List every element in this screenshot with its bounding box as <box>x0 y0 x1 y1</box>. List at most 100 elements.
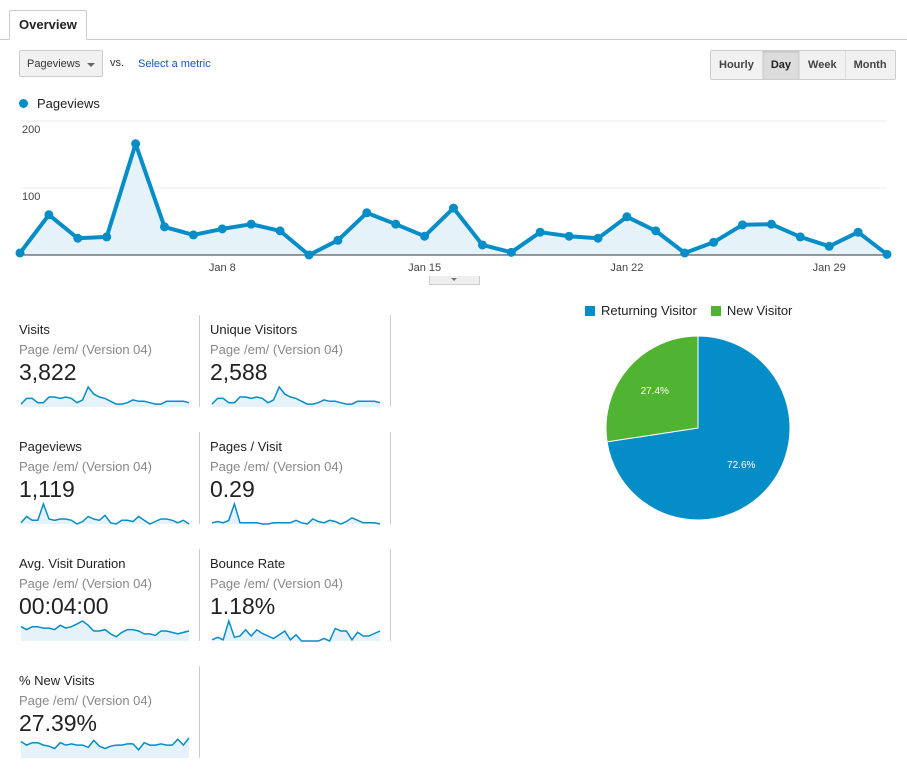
pie-legend-item[interactable]: New Visitor <box>710 303 793 318</box>
data-point <box>766 219 776 229</box>
scorecard-subtitle: Page /em/ (Version 04) <box>19 459 152 474</box>
data-point <box>102 232 112 242</box>
pie-legend-item[interactable]: Returning Visitor <box>585 303 697 318</box>
series-dot-icon <box>19 99 28 108</box>
scorecard-subtitle: Page /em/ (Version 04) <box>19 342 152 357</box>
pie-slice-label: 27.4% <box>641 386 669 397</box>
pageviews-line-chart: 100 200 Jan 8 Jan 15 Jan 22 Jan 29 <box>15 120 892 274</box>
data-point <box>680 248 690 258</box>
scorecard[interactable]: Unique Visitors Page /em/ (Version 04) 2,5… <box>210 315 391 407</box>
data-point <box>131 139 141 149</box>
divider <box>199 549 200 641</box>
tab-overview[interactable]: Overview <box>9 10 87 40</box>
scorecard-title: Unique Visitors <box>210 322 298 337</box>
data-point <box>217 224 227 234</box>
data-point <box>824 241 834 251</box>
period-toggle: Hourly Day Week Month <box>710 50 896 80</box>
data-point <box>275 226 285 236</box>
divider <box>390 549 391 641</box>
period-month-button[interactable]: Month <box>844 51 895 79</box>
sparkline <box>20 385 190 407</box>
sparkline <box>20 737 190 758</box>
legend-swatch-icon <box>710 305 721 316</box>
data-point <box>853 227 863 237</box>
data-point <box>506 247 516 257</box>
main-chart-legend: Pageviews <box>19 96 100 111</box>
data-point <box>15 248 25 258</box>
vs-label: vs. <box>110 57 125 69</box>
data-point <box>651 226 661 236</box>
y-tick-label: 200 <box>22 124 40 136</box>
data-point <box>477 240 487 250</box>
data-point <box>333 235 343 245</box>
metric-select-value: Pageviews <box>27 58 81 70</box>
divider <box>199 315 200 407</box>
pie-legend: Returning Visitor New Visitor <box>585 303 806 318</box>
sparkline <box>20 620 190 641</box>
tab-bar: Overview <box>0 0 907 40</box>
period-day-button[interactable]: Day <box>761 51 800 79</box>
pie-legend-label: Returning Visitor <box>601 303 697 318</box>
pie-slice-label: 72.6% <box>727 460 755 471</box>
scorecard-subtitle: Page /em/ (Version 04) <box>210 342 343 357</box>
data-point <box>738 220 747 230</box>
data-point <box>304 250 314 260</box>
data-point <box>73 233 83 243</box>
scorecard[interactable]: Pages / Visit Page /em/ (Version 04) 0.29 <box>210 432 391 525</box>
scorecard[interactable]: Bounce Rate Page /em/ (Version 04) 1.18% <box>210 549 391 642</box>
scorecard[interactable]: Avg. Visit Duration Page /em/ (Version 04… <box>19 549 200 641</box>
scorecard[interactable]: Pageviews Page /em/ (Version 04) 1,119 <box>19 432 200 525</box>
data-point <box>564 231 574 241</box>
sparkline-area <box>212 621 380 641</box>
visitor-type-pie-chart: 72.6% 27.4% <box>605 335 791 521</box>
x-tick-label: Jan 29 <box>813 262 846 274</box>
divider <box>199 666 200 758</box>
y-tick-label: 100 <box>22 191 40 203</box>
data-point <box>795 232 805 242</box>
pie-legend-label: New Visitor <box>726 303 793 318</box>
scorecard[interactable]: % New Visits Page /em/ (Version 04) 27.39% <box>19 666 200 758</box>
legend-label: Pageviews <box>37 96 100 111</box>
sparkline-area <box>212 387 380 407</box>
divider <box>390 315 391 407</box>
scorecard-title: Pages / Visit <box>210 439 283 454</box>
period-week-button[interactable]: Week <box>799 51 845 79</box>
period-hourly-button[interactable]: Hourly <box>711 51 762 79</box>
data-point <box>449 203 458 213</box>
data-point <box>160 222 169 232</box>
scorecard-subtitle: Page /em/ (Version 04) <box>19 576 152 591</box>
data-point <box>44 210 54 220</box>
x-tick-label: Jan 22 <box>610 262 643 274</box>
sparkline <box>211 618 381 642</box>
metric-select[interactable]: Pageviews <box>19 50 103 77</box>
scorecard-title: Avg. Visit Duration <box>19 556 126 571</box>
x-tick-label: Jan 15 <box>408 262 441 274</box>
scorecard-subtitle: Page /em/ (Version 04) <box>210 576 343 591</box>
chart-expand-handle[interactable] <box>429 276 480 285</box>
area-fill <box>20 143 887 255</box>
data-point <box>362 208 372 218</box>
divider <box>390 432 391 524</box>
x-tick-label: Jan 8 <box>209 262 236 274</box>
data-point <box>622 212 632 222</box>
select-metric-link[interactable]: Select a metric <box>138 58 211 70</box>
data-point <box>420 231 430 241</box>
scorecard-title: Bounce Rate <box>210 556 286 571</box>
data-point <box>391 219 401 229</box>
data-point <box>593 233 603 243</box>
data-point <box>535 227 545 237</box>
chevron-down-icon <box>87 63 95 67</box>
legend-swatch-icon <box>585 305 595 316</box>
scorecard[interactable]: Visits Page /em/ (Version 04) 3,822 <box>19 315 200 407</box>
sparkline-area <box>21 387 189 407</box>
data-point <box>882 249 892 259</box>
scorecard-title: Visits <box>19 322 50 337</box>
scorecard-title: Pageviews <box>19 439 82 454</box>
data-point <box>246 219 256 229</box>
sparkline <box>211 385 381 407</box>
data-point <box>188 230 198 240</box>
sparkline <box>20 501 190 525</box>
sparkline <box>211 501 381 525</box>
scorecard-subtitle: Page /em/ (Version 04) <box>210 459 343 474</box>
divider <box>199 432 200 524</box>
